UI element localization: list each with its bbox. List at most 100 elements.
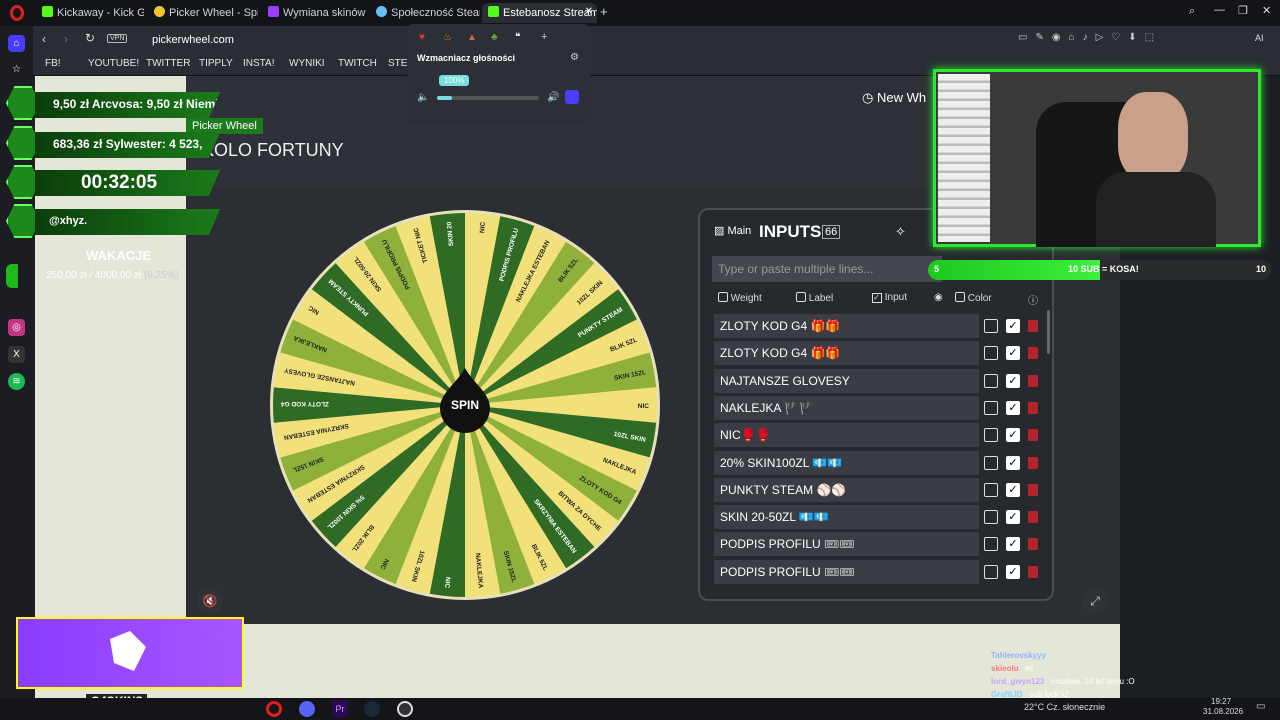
label-toggle[interactable]: Label [796,292,833,304]
row-checkbox[interactable]: ✓ [1006,319,1020,333]
info-icon[interactable]: ⓘ [1028,292,1038,307]
forward-icon[interactable]: › [64,32,68,46]
multi-line-input[interactable]: Type or paste multiple lines... [712,256,942,282]
mute-icon[interactable]: 🔇 [197,588,223,614]
main-tab[interactable]: ▨ Main [714,224,751,237]
eye-icon[interactable]: ◉ [934,292,943,303]
home-icon[interactable]: ⌂ [8,35,25,52]
vpn-badge[interactable]: VPN [107,34,128,43]
new-tab-icon[interactable]: + [600,4,608,19]
volume-slider[interactable] [437,96,539,100]
x-icon[interactable]: X [8,346,25,363]
row-checkbox[interactable]: ✓ [1006,510,1020,525]
bookmark-fb[interactable]: FB! [45,58,61,69]
tab-steam-community[interactable]: Społeczność Steam :: ♥♥ [370,3,480,23]
delete-icon[interactable] [1028,429,1038,442]
duplicate-icon[interactable] [984,373,998,388]
input-toggle[interactable]: ✓ Input [872,292,907,303]
duplicate-icon[interactable] [984,428,998,443]
delete-icon[interactable] [1028,347,1038,360]
bookmark-twitter[interactable]: TWITTER [146,58,190,69]
heart-icon[interactable]: ♥ [419,32,425,43]
obs-icon[interactable] [397,701,413,717]
duplicate-icon[interactable] [984,537,998,552]
speaker-loud-icon[interactable]: 🔊 [547,92,559,103]
clock-date[interactable]: 31.08.2026 [1203,707,1243,716]
tab-skin-trade[interactable]: Wymiana skinów CS2 | G [262,3,368,23]
bookmark-wyniki[interactable]: WYNIKI [289,58,325,69]
tab-picker-wheel[interactable]: Picker Wheel - Spin the W [148,3,258,23]
reload-icon[interactable]: ↻ [85,31,95,45]
delete-icon[interactable] [1028,401,1038,414]
delete-icon[interactable] [1028,374,1038,387]
add-icon[interactable]: + [541,31,547,43]
row-checkbox[interactable]: ✓ [1006,537,1020,552]
close-icon[interactable]: ✕ [585,6,593,17]
duplicate-icon[interactable] [984,319,998,333]
input-row[interactable]: SKIN 20-50ZL 💶💶 [714,505,979,530]
opera-taskbar-icon[interactable] [266,701,282,717]
minimize-icon[interactable]: — [1214,4,1225,16]
clock-time[interactable]: 19:27 [1211,697,1231,706]
duplicate-icon[interactable] [984,400,998,415]
input-row[interactable]: NAJTANSZE GLOVESY [714,368,979,393]
input-row[interactable]: PODPIS PROFILU 🎟🎟 [714,532,979,557]
speaker-mute-icon[interactable]: 🔈 [417,92,429,103]
picker-wheel[interactable]: NIC PODPIS PROFILUNAKLEJKA ESTEBAN BLIK 5Z… [268,208,662,602]
quote-icon[interactable]: ❝ [515,32,520,43]
color-toggle[interactable]: Color [955,292,992,304]
fire-icon[interactable]: ♨ [443,32,452,43]
new-wheel-button[interactable]: ◷ New Wh [862,90,926,106]
boost-toggle[interactable] [565,90,579,104]
scrollbar[interactable] [1047,310,1050,354]
premiere-icon[interactable]: Pr [332,701,348,717]
star-icon[interactable]: ☆ [8,61,25,78]
magic-icon[interactable]: ✧ [895,224,906,240]
bookmark-tipply[interactable]: TIPPLY [199,58,233,69]
spin-button[interactable]: SPIN [451,398,479,412]
notification-icon[interactable]: ▭ [1256,701,1265,712]
close-window-icon[interactable]: ✕ [1262,4,1271,17]
instagram-icon[interactable]: ◎ [8,319,25,336]
fullscreen-icon[interactable]: ⤢ [1082,588,1108,614]
delete-icon[interactable] [1028,483,1038,496]
steam-taskbar-icon[interactable] [364,701,380,717]
search-icon[interactable]: ⌕ [1189,5,1195,18]
row-checkbox[interactable]: ✓ [1006,455,1020,470]
bookmark-insta[interactable]: INSTA! [243,58,274,69]
weight-toggle[interactable]: Weight [718,292,762,304]
duplicate-icon[interactable] [984,346,998,361]
back-icon[interactable]: ‹ [42,32,46,46]
input-row[interactable]: ZLOTY KOD G4 🎁🎁 [714,314,979,338]
row-checkbox[interactable]: ✓ [1006,428,1020,443]
tab-estebanosz-stream[interactable]: Estebanosz Stream ✕ [482,3,597,23]
opera-logo-icon[interactable] [10,5,24,21]
input-row[interactable]: ZLOTY KOD G4 🎁🎁 [714,341,979,366]
settings-icon[interactable]: ⚙ [570,52,579,63]
ai-button[interactable]: AI [1255,33,1264,43]
input-row[interactable]: PUNKTY STEAM ⚾⚾ [714,477,979,502]
delete-icon[interactable] [1028,511,1038,524]
duplicate-icon[interactable] [984,455,998,470]
duplicate-icon[interactable] [984,482,998,497]
address-bar[interactable]: pickerwheel.com [152,34,234,46]
input-row[interactable]: NIC🥊🥊 [714,423,979,448]
duplicate-icon[interactable] [984,564,998,579]
bookmark-youtube[interactable]: YOUTUBE! [88,58,139,69]
tab-kickaway[interactable]: Kickaway - Kick Giveaway [36,3,144,23]
weather-text[interactable]: 22°C Cz. słonecznie [1024,702,1105,712]
input-row[interactable]: NAKLEJKA 🏴🏴 [714,395,979,420]
shell-icon[interactable]: ▲ [467,32,477,43]
delete-icon[interactable] [1028,456,1038,469]
duplicate-icon[interactable] [984,510,998,525]
row-checkbox[interactable]: ✓ [1006,400,1020,415]
row-checkbox[interactable]: ✓ [1006,373,1020,388]
delete-icon[interactable] [1028,320,1038,332]
palm-icon[interactable]: ♣ [491,32,498,43]
discord-icon[interactable] [299,701,315,717]
row-checkbox[interactable]: ✓ [1006,564,1020,579]
delete-icon[interactable] [1028,565,1038,578]
row-checkbox[interactable]: ✓ [1006,346,1020,361]
input-row[interactable]: PODPIS PROFILU 🎟🎟 [714,559,979,584]
spotify-icon[interactable]: ≋ [8,373,25,390]
